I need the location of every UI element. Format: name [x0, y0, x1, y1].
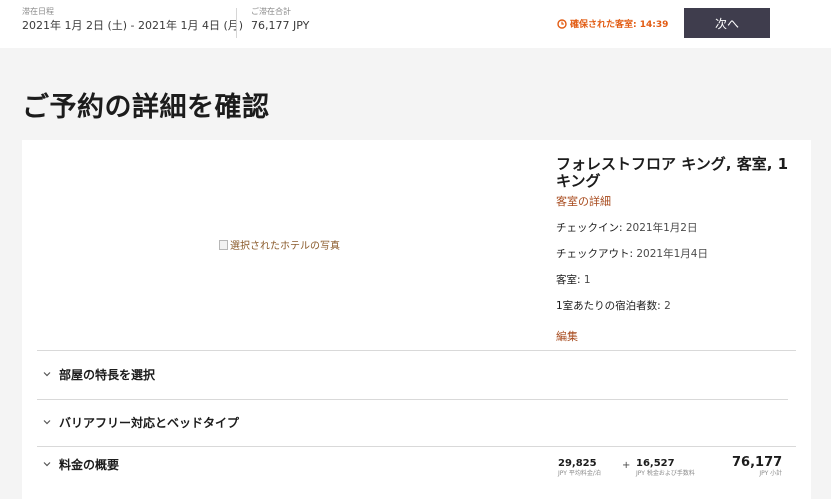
avg-rate: 29,825 JPY 平均料金/泊 — [558, 458, 601, 478]
divider — [236, 8, 237, 38]
accordion-price-summary-label: 料金の概要 — [59, 457, 120, 472]
subtotal-value: 76,177 — [732, 455, 783, 470]
room-name: フォレストフロア キング, 客室, 1 キング — [556, 155, 789, 190]
rooms-value: 1 — [583, 274, 591, 286]
accordion-accessibility-bed-label: バリアフリー対応とベッドタイプ — [59, 415, 240, 430]
room-info: フォレストフロア キング, 客室, 1 キング 客室の詳細 チェックイン: 20… — [556, 156, 801, 344]
tax-fees-value: 16,527 — [636, 458, 675, 469]
tax-fees: 16,527 JPY 税金および手数料 — [636, 458, 695, 478]
page-title: ご予約の詳細を確認 — [22, 92, 270, 123]
hotel-photo: 選択されたホテルの写真 — [219, 237, 340, 252]
reservation-card: 選択されたホテルの写真 フォレストフロア キング, 客室, 1 キング 客室の詳… — [22, 140, 811, 499]
guests-row: 1室あたりの宿泊者数: 2 — [556, 298, 801, 313]
subtotal-caption: JPY 小計 — [759, 470, 783, 477]
chevron-down-icon — [40, 419, 54, 425]
accordion-room-features-label: 部屋の特長を選択 — [59, 367, 156, 382]
checkin-label: チェックイン: — [556, 222, 626, 234]
rooms-row: 客室: 1 — [556, 272, 801, 287]
booking-summary-bar: 滞在日程 2021年 1月 2日 (土) - 2021年 1月 4日 (月) ご… — [0, 0, 831, 48]
checkout-value: 2021年1月4日 — [636, 248, 708, 260]
stay-total: ご滞在合計 76,177 JPY — [251, 7, 309, 33]
timer-text: 確保された客室: 14:39 — [570, 20, 669, 30]
stay-dates: 滞在日程 2021年 1月 2日 (土) - 2021年 1月 4日 (月) — [22, 7, 243, 33]
chevron-down-icon — [40, 461, 54, 467]
accordion-accessibility-bed[interactable]: バリアフリー対応とベッドタイプ — [40, 412, 239, 432]
divider — [37, 446, 796, 447]
room-details-link[interactable]: 客室の詳細 — [556, 193, 611, 209]
plus-sign: + — [622, 460, 631, 471]
hotel-photo-alt-text: 選択されたホテルの写真 — [230, 241, 340, 252]
checkout-label: チェックアウト: — [556, 248, 637, 260]
edit-link[interactable]: 編集 — [556, 328, 578, 344]
next-button[interactable]: 次へ — [684, 8, 770, 38]
divider — [37, 399, 788, 400]
guests-label: 1室あたりの宿泊者数: — [556, 300, 665, 312]
stay-total-value: 76,177 JPY — [251, 19, 310, 32]
stay-total-label: ご滞在合計 — [251, 7, 291, 16]
broken-image-icon — [219, 239, 228, 250]
checkin-value: 2021年1月2日 — [625, 222, 698, 234]
checkout-row: チェックアウト: 2021年1月4日 — [556, 246, 801, 261]
room-hold-timer: 確保された客室: 14:39 — [557, 17, 668, 30]
rooms-label: 客室: — [556, 274, 584, 286]
clock-icon — [557, 18, 567, 29]
avg-rate-value: 29,825 — [558, 458, 597, 469]
checkin-row: チェックイン: 2021年1月2日 — [556, 220, 801, 235]
accordion-room-features[interactable]: 部屋の特長を選択 — [40, 364, 155, 384]
subtotal: 76,177 JPY 小計 — [732, 455, 782, 478]
tax-fees-caption: JPY 税金および手数料 — [636, 470, 695, 477]
guests-value: 2 — [664, 300, 671, 312]
avg-rate-caption: JPY 平均料金/泊 — [558, 470, 601, 477]
stay-dates-label: 滞在日程 — [22, 7, 54, 16]
accordion-price-summary[interactable]: 料金の概要 — [40, 454, 119, 474]
stay-dates-value: 2021年 1月 2日 (土) - 2021年 1月 4日 (月) — [22, 19, 244, 32]
chevron-down-icon — [40, 371, 54, 377]
divider — [37, 350, 796, 351]
